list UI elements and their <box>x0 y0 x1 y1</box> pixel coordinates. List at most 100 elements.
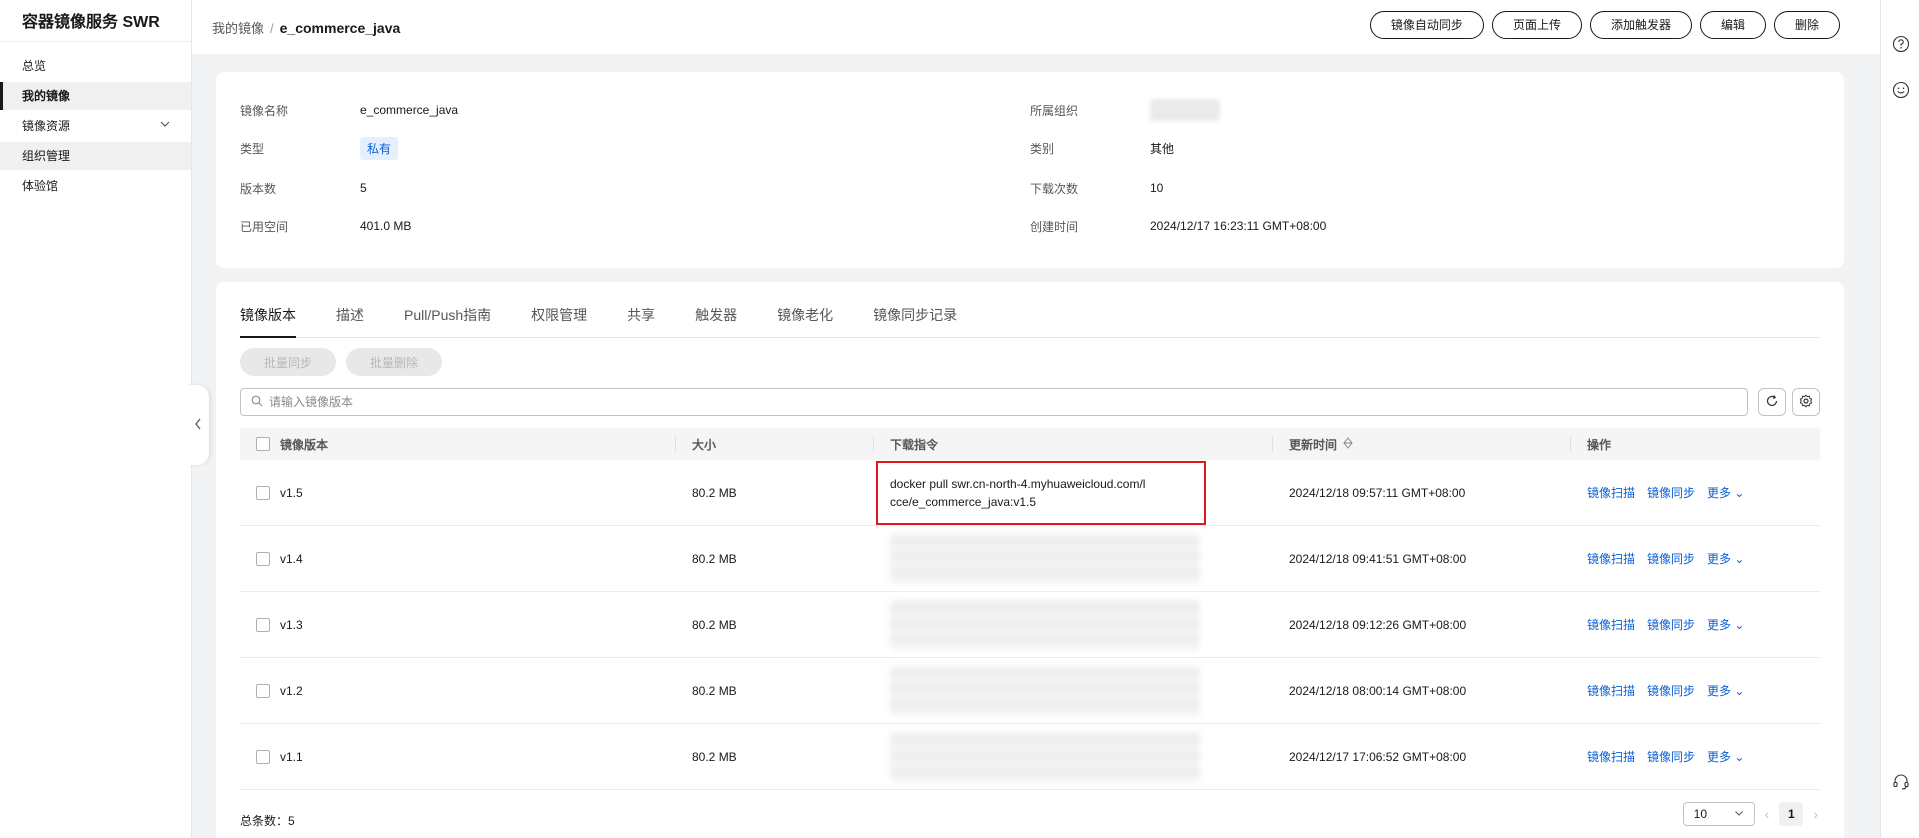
pull-command-redacted <box>890 665 1200 716</box>
info-row-category: 类别 其他 <box>1030 136 1174 160</box>
more-link[interactable]: 更多 ⌄ <box>1707 550 1744 567</box>
cell-version: v1.4 <box>240 526 676 591</box>
breadcrumb-separator: / <box>270 21 274 36</box>
scan-link[interactable]: 镜像扫描 <box>1587 748 1635 765</box>
headset-icon[interactable] <box>1891 772 1911 792</box>
cell-updated: 2024/12/18 09:41:51 GMT+08:00 <box>1289 551 1467 566</box>
cell-version: v1.3 <box>240 592 676 657</box>
scan-link[interactable]: 镜像扫描 <box>1587 616 1635 633</box>
cell-size: 80.2 MB <box>692 683 737 698</box>
info-label-created: 创建时间 <box>1030 219 1079 234</box>
sidebar-item-my-images[interactable]: 我的镜像 <box>0 82 191 110</box>
sidebar-item-overview[interactable]: 总览 <box>0 52 191 80</box>
scan-link[interactable]: 镜像扫描 <box>1587 550 1635 567</box>
search-box <box>240 388 1748 416</box>
tab-sync-records[interactable]: 镜像同步记录 <box>873 304 957 338</box>
info-label-downloads: 下载次数 <box>1030 181 1079 196</box>
help-icon[interactable] <box>1891 34 1911 54</box>
more-label: 更多 <box>1707 618 1732 632</box>
delete-button[interactable]: 删除 <box>1773 11 1840 39</box>
tab-image-versions[interactable]: 镜像版本 <box>240 304 296 338</box>
scan-link[interactable]: 镜像扫描 <box>1587 484 1635 501</box>
cell-command <box>874 592 1273 657</box>
cell-size: 80.2 MB <box>692 551 737 566</box>
sync-link[interactable]: 镜像同步 <box>1647 484 1695 501</box>
sidebar-item-experience-hall[interactable]: 体验馆 <box>0 172 191 200</box>
row-checkbox[interactable] <box>256 683 270 698</box>
version-search-input[interactable] <box>269 395 1747 409</box>
settings-button[interactable] <box>1792 388 1820 416</box>
table-row: v1.5 80.2 MB docker pull swr.cn-north-4.… <box>240 460 1820 526</box>
settings-icon <box>1799 393 1813 411</box>
batch-sync-button[interactable]: 批量同步 <box>240 348 337 376</box>
row-checkbox[interactable] <box>256 485 270 500</box>
row-checkbox[interactable] <box>256 617 270 632</box>
add-trigger-button[interactable]: 添加触发器 <box>1589 11 1692 39</box>
info-value-created: 2024/12/17 16:23:11 GMT+08:00 <box>1150 219 1327 233</box>
tab-description[interactable]: 描述 <box>336 304 364 338</box>
chevron-down-icon: ⌄ <box>1734 750 1745 764</box>
next-page-button[interactable]: › <box>1813 806 1818 822</box>
select-all-checkbox[interactable] <box>256 437 270 451</box>
table-row: v1.2 80.2 MB 2024/12/18 08:00:14 GMT+08:… <box>240 658 1820 724</box>
table-row: v1.3 80.2 MB 2024/12/18 09:12:26 GMT+08:… <box>240 592 1820 658</box>
versions-card: 镜像版本 描述 Pull/Push指南 权限管理 共享 触发器 镜像老化 镜像同… <box>216 282 1844 838</box>
row-checkbox[interactable] <box>256 551 270 566</box>
header-version: 镜像版本 <box>240 436 676 452</box>
prev-page-button[interactable]: ‹ <box>1765 806 1770 822</box>
tab-pull-push-guide[interactable]: Pull/Push指南 <box>404 304 491 338</box>
sidebar-item-org-management[interactable]: 组织管理 <box>0 142 191 170</box>
info-row-org: 所属组织 <box>1030 98 1220 122</box>
scan-link[interactable]: 镜像扫描 <box>1587 682 1635 699</box>
sidebar: 容器镜像服务 SWR 总览 我的镜像 镜像资源 组织管理 体验馆 <box>0 0 192 838</box>
sidebar-collapse-button[interactable] <box>187 385 209 465</box>
cell-command <box>874 526 1273 591</box>
version-label: v1.5 <box>280 485 303 500</box>
org-value-redacted <box>1150 99 1220 121</box>
cell-updated: 2024/12/18 08:00:14 GMT+08:00 <box>1289 683 1467 698</box>
cell-updated: 2024/12/18 09:57:11 GMT+08:00 <box>1289 485 1466 500</box>
sidebar-item-image-resources[interactable]: 镜像资源 <box>0 112 191 140</box>
more-link[interactable]: 更多 ⌄ <box>1707 484 1744 501</box>
header-actions: 操作 <box>1587 437 1612 452</box>
table-row: v1.4 80.2 MB 2024/12/18 09:41:51 GMT+08:… <box>240 526 1820 592</box>
cell-command: docker pull swr.cn-north-4.myhuaweicloud… <box>874 460 1273 525</box>
more-label: 更多 <box>1707 684 1732 698</box>
refresh-button[interactable] <box>1758 388 1786 416</box>
info-label-versions: 版本数 <box>240 181 277 196</box>
more-link[interactable]: 更多 ⌄ <box>1707 616 1744 633</box>
search-icon <box>251 395 263 410</box>
tab-sharing[interactable]: 共享 <box>627 304 655 338</box>
auto-sync-button[interactable]: 镜像自动同步 <box>1369 11 1484 39</box>
sync-link[interactable]: 镜像同步 <box>1647 550 1695 567</box>
breadcrumb-parent[interactable]: 我的镜像 <box>212 21 264 36</box>
cell-actions: 镜像扫描 镜像同步 更多 ⌄ <box>1571 724 1820 789</box>
chevron-down-icon: ⌄ <box>1734 552 1745 566</box>
header-updated[interactable]: 更新时间 <box>1273 436 1571 452</box>
pull-command-redacted <box>890 599 1200 650</box>
sync-link[interactable]: 镜像同步 <box>1647 748 1695 765</box>
page-size-select[interactable]: 10 <box>1682 802 1755 826</box>
sort-icon[interactable] <box>1343 436 1353 452</box>
header-version-label: 镜像版本 <box>280 437 329 452</box>
tab-permissions[interactable]: 权限管理 <box>531 304 587 338</box>
page-upload-button[interactable]: 页面上传 <box>1491 11 1582 39</box>
tab-triggers[interactable]: 触发器 <box>695 304 737 338</box>
cell-updated: 2024/12/18 09:12:26 GMT+08:00 <box>1289 617 1467 632</box>
more-link[interactable]: 更多 ⌄ <box>1707 682 1744 699</box>
tab-image-aging[interactable]: 镜像老化 <box>777 304 833 338</box>
row-checkbox[interactable] <box>256 749 270 764</box>
more-link[interactable]: 更多 ⌄ <box>1707 748 1744 765</box>
batch-delete-button[interactable]: 批量删除 <box>346 348 443 376</box>
feedback-icon[interactable] <box>1891 80 1911 100</box>
info-label-name: 镜像名称 <box>240 103 289 118</box>
info-label-used-space: 已用空间 <box>240 219 289 234</box>
more-label: 更多 <box>1707 486 1732 500</box>
info-value-downloads: 10 <box>1150 181 1164 195</box>
cell-size: 80.2 MB <box>692 485 737 500</box>
header-actions: 镜像自动同步 页面上传 添加触发器 编辑 删除 <box>1369 11 1840 39</box>
current-page[interactable]: 1 <box>1779 802 1804 826</box>
sync-link[interactable]: 镜像同步 <box>1647 682 1695 699</box>
edit-button[interactable]: 编辑 <box>1699 11 1766 39</box>
sync-link[interactable]: 镜像同步 <box>1647 616 1695 633</box>
